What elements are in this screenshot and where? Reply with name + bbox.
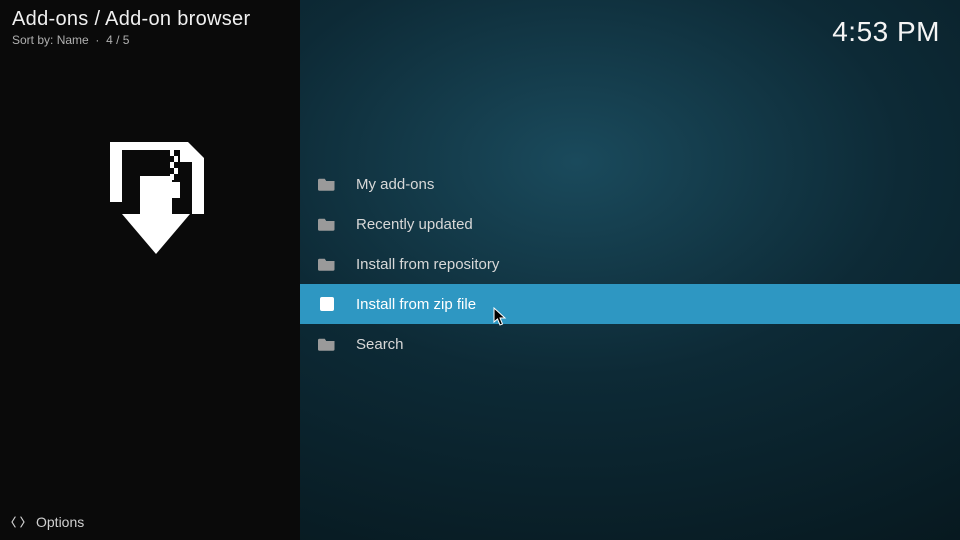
- sort-info: Sort by: Name · 4 / 5: [12, 33, 288, 47]
- menu-item-label: Search: [356, 336, 404, 353]
- zip-download-artwork-icon: [82, 138, 212, 258]
- folder-icon: [318, 177, 336, 191]
- menu-item-label: Recently updated: [356, 216, 473, 233]
- menu-item-label: Install from repository: [356, 256, 499, 273]
- zip-file-icon: [320, 297, 334, 311]
- sort-label: Sort by:: [12, 33, 53, 47]
- folder-icon: [318, 337, 336, 351]
- menu-item-search[interactable]: Search: [300, 324, 960, 364]
- menu-item-install-from-repository[interactable]: Install from repository: [300, 244, 960, 284]
- addon-menu-list: My add-ons Recently updated Install from…: [300, 164, 960, 364]
- folder-icon: [318, 217, 336, 231]
- options-toggle-icon: [10, 514, 26, 530]
- clock: 4:53 PM: [832, 16, 940, 48]
- breadcrumb: Add-ons / Add-on browser: [12, 8, 288, 31]
- menu-item-label: My add-ons: [356, 176, 434, 193]
- menu-item-recently-updated[interactable]: Recently updated: [300, 204, 960, 244]
- options-label: Options: [36, 514, 84, 530]
- menu-item-label: Install from zip file: [356, 296, 476, 313]
- folder-icon: [318, 257, 336, 271]
- menu-item-install-from-zip[interactable]: Install from zip file: [300, 284, 960, 324]
- header: Add-ons / Add-on browser Sort by: Name ·…: [0, 0, 300, 51]
- position-counter: 4 / 5: [106, 33, 129, 47]
- sort-value: Name: [57, 33, 89, 47]
- sidebar-panel: Add-ons / Add-on browser Sort by: Name ·…: [0, 0, 300, 540]
- options-button[interactable]: Options: [0, 504, 300, 540]
- menu-item-my-addons[interactable]: My add-ons: [300, 164, 960, 204]
